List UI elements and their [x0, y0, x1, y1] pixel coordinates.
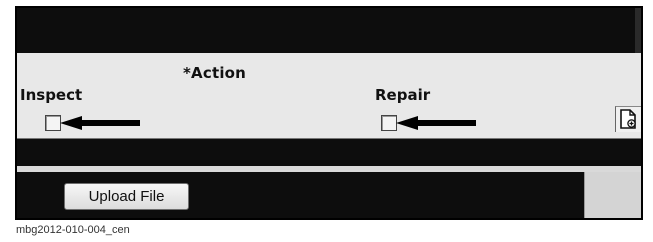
repair-checkbox[interactable] — [381, 115, 397, 131]
form-frame: *Action Inspect Repair Upload File — [15, 6, 643, 220]
action-title: *Action — [183, 64, 247, 82]
upload-file-button[interactable]: Upload File — [64, 183, 189, 210]
inspect-label: Inspect — [20, 86, 83, 104]
header-band-end — [635, 8, 641, 53]
left-arrow-icon — [60, 116, 140, 130]
left-arrow-icon — [396, 116, 476, 130]
upload-area: Upload File — [17, 172, 584, 218]
section-band — [17, 139, 641, 166]
repair-label: Repair — [375, 86, 431, 104]
side-panel — [584, 172, 641, 218]
document-add-button[interactable] — [615, 106, 641, 132]
figure-caption: mbg2012-010-004_cen — [16, 224, 130, 236]
inspect-checkbox[interactable] — [45, 115, 61, 131]
action-row: *Action Inspect Repair — [17, 53, 641, 139]
header-band — [17, 8, 641, 53]
document-add-icon — [620, 109, 636, 129]
